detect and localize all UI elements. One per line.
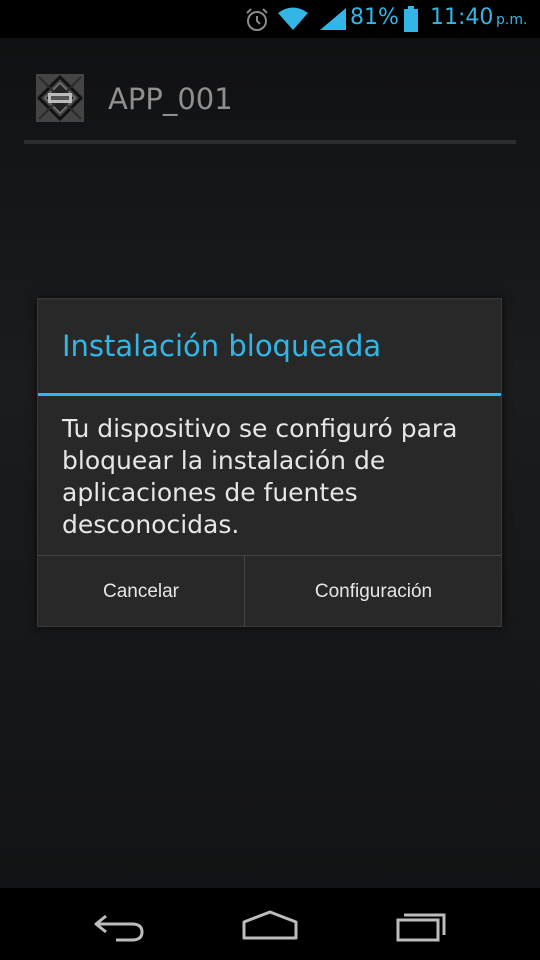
app-logo-icon[interactable] (36, 74, 84, 122)
dialog-title-divider (38, 393, 501, 396)
battery-icon (404, 6, 418, 32)
dialog-button-bar: Cancelar Configuración (38, 555, 501, 627)
home-icon[interactable] (238, 908, 302, 942)
install-blocked-dialog: Instalación bloqueada Tu dispositivo se … (37, 298, 502, 627)
app-title: APP_001 (108, 82, 233, 116)
clock: 11:40 (430, 5, 494, 30)
back-icon[interactable] (88, 910, 152, 944)
action-bar-divider (24, 140, 516, 144)
signal-icon (320, 8, 346, 30)
dialog-title: Instalación bloqueada (62, 329, 382, 363)
navigation-bar (0, 888, 540, 960)
clock-ampm: p.m. (496, 12, 528, 28)
alarm-icon (246, 8, 268, 31)
wifi-icon (278, 7, 308, 30)
status-bar: 81% 11:40 p.m. (0, 0, 540, 38)
settings-button[interactable]: Configuración (246, 556, 501, 627)
recents-icon[interactable] (390, 908, 454, 942)
battery-percent: 81% (350, 5, 399, 30)
cancel-button[interactable]: Cancelar (38, 556, 245, 627)
action-bar: APP_001 (0, 38, 540, 144)
dialog-message: Tu dispositivo se configuró para bloquea… (62, 414, 458, 539)
